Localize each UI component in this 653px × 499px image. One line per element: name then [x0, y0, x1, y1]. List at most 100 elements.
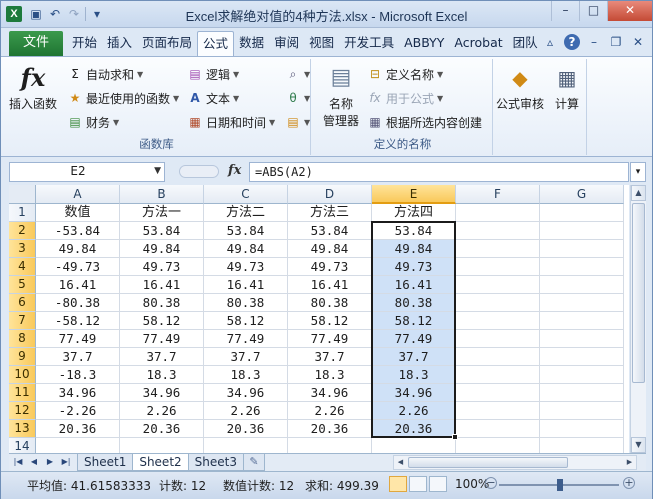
cell-a7[interactable]: -58.12: [36, 312, 120, 330]
row-header-7[interactable]: 7: [9, 312, 36, 330]
cell-a12[interactable]: -2.26: [36, 402, 120, 420]
cell-g2[interactable]: [540, 222, 624, 240]
cell-f11[interactable]: [456, 384, 540, 402]
cell-d1[interactable]: 方法三: [288, 204, 372, 222]
lookup-reference-button[interactable]: ⌕ ▼: [285, 65, 311, 83]
last-sheet-icon[interactable]: ▶|: [59, 455, 73, 469]
logical-button[interactable]: ▤ 逻辑 ▼: [187, 65, 239, 83]
financial-button[interactable]: ▤ 财务 ▼: [67, 113, 119, 131]
cell-g9[interactable]: [540, 348, 624, 366]
cell-f12[interactable]: [456, 402, 540, 420]
cell-e10[interactable]: 18.3: [372, 366, 456, 384]
cell-e7[interactable]: 58.12: [372, 312, 456, 330]
cell-b2[interactable]: 53.84: [120, 222, 204, 240]
row-header-10[interactable]: 10: [9, 366, 36, 384]
row-header-9[interactable]: 9: [9, 348, 36, 366]
cell-a1[interactable]: 数值: [36, 204, 120, 222]
maximize-button[interactable]: □: [579, 1, 607, 21]
cell-b10[interactable]: 18.3: [120, 366, 204, 384]
row-header-1[interactable]: 1: [9, 204, 36, 222]
row-header-13[interactable]: 13: [9, 420, 36, 438]
select-all-corner[interactable]: [9, 185, 36, 204]
cell-g7[interactable]: [540, 312, 624, 330]
cell-e8[interactable]: 77.49: [372, 330, 456, 348]
scroll-right-icon[interactable]: ▶: [623, 456, 636, 469]
cell-c1[interactable]: 方法二: [204, 204, 288, 222]
cell-a2[interactable]: -53.84: [36, 222, 120, 240]
column-header-f[interactable]: F: [456, 185, 540, 204]
sheet-tab-1[interactable]: Sheet1: [77, 454, 134, 471]
calculation-button[interactable]: ▦ 计算: [547, 63, 587, 112]
scroll-down-icon[interactable]: ▼: [631, 437, 646, 453]
cell-d5[interactable]: 16.41: [288, 276, 372, 294]
cell-b8[interactable]: 77.49: [120, 330, 204, 348]
tab-6[interactable]: 审阅: [269, 31, 304, 56]
tab-3[interactable]: 页面布局: [137, 31, 197, 56]
cell-g6[interactable]: [540, 294, 624, 312]
cell-c3[interactable]: 49.84: [204, 240, 288, 258]
cell-e13[interactable]: 20.36: [372, 420, 456, 438]
cell-g12[interactable]: [540, 402, 624, 420]
cell-e14[interactable]: [372, 438, 456, 453]
cell-b14[interactable]: [120, 438, 204, 453]
column-header-e[interactable]: E: [372, 185, 456, 204]
row-header-2[interactable]: 2: [9, 222, 36, 240]
define-name-button[interactable]: ⊟ 定义名称 ▼: [367, 65, 443, 83]
column-header-g[interactable]: G: [540, 185, 624, 204]
cell-e9[interactable]: 37.7: [372, 348, 456, 366]
cell-d7[interactable]: 58.12: [288, 312, 372, 330]
recent-functions-button[interactable]: ★ 最近使用的函数 ▼: [67, 89, 180, 107]
cell-c8[interactable]: 77.49: [204, 330, 288, 348]
cell-b7[interactable]: 58.12: [120, 312, 204, 330]
cell-a11[interactable]: 34.96: [36, 384, 120, 402]
insert-sheet-icon[interactable]: ✎: [242, 454, 265, 471]
cell-a4[interactable]: -49.73: [36, 258, 120, 276]
minimize-ribbon-icon[interactable]: ▵: [542, 34, 558, 50]
cell-f2[interactable]: [456, 222, 540, 240]
help-icon[interactable]: ?: [564, 34, 580, 50]
cell-b4[interactable]: 49.73: [120, 258, 204, 276]
tab-file[interactable]: 文件: [9, 31, 63, 56]
row-header-4[interactable]: 4: [9, 258, 36, 276]
create-from-selection-button[interactable]: ▦ 根据所选内容创建: [367, 113, 482, 131]
cell-f5[interactable]: [456, 276, 540, 294]
tab-9[interactable]: ABBYY: [399, 31, 449, 56]
cell-c7[interactable]: 58.12: [204, 312, 288, 330]
tab-1[interactable]: 开始: [67, 31, 102, 56]
cell-d2[interactable]: 53.84: [288, 222, 372, 240]
prev-sheet-icon[interactable]: ◀: [27, 455, 41, 469]
cell-d9[interactable]: 37.7: [288, 348, 372, 366]
row-header-11[interactable]: 11: [9, 384, 36, 402]
cell-c6[interactable]: 80.38: [204, 294, 288, 312]
cell-f6[interactable]: [456, 294, 540, 312]
use-in-formula-button[interactable]: fx 用于公式 ▼: [367, 89, 443, 107]
cell-g5[interactable]: [540, 276, 624, 294]
math-trig-button[interactable]: θ ▼: [285, 89, 310, 107]
row-header-8[interactable]: 8: [9, 330, 36, 348]
cell-a10[interactable]: -18.3: [36, 366, 120, 384]
more-functions-button[interactable]: ▤ ▼: [285, 113, 310, 131]
workbook-close-icon[interactable]: ✕: [630, 34, 646, 50]
row-header-5[interactable]: 5: [9, 276, 36, 294]
formula-auditing-button[interactable]: ◆ 公式审核: [493, 63, 547, 112]
cell-b9[interactable]: 37.7: [120, 348, 204, 366]
zoom-in-icon[interactable]: +: [623, 477, 635, 489]
cell-b3[interactable]: 49.84: [120, 240, 204, 258]
cell-f4[interactable]: [456, 258, 540, 276]
first-sheet-icon[interactable]: |◀: [11, 455, 25, 469]
zoom-out-icon[interactable]: −: [485, 477, 497, 489]
cell-d10[interactable]: 18.3: [288, 366, 372, 384]
cell-e5[interactable]: 16.41: [372, 276, 456, 294]
datetime-button[interactable]: ▦ 日期和时间 ▼: [187, 113, 275, 131]
cell-a5[interactable]: 16.41: [36, 276, 120, 294]
column-header-a[interactable]: A: [36, 185, 120, 204]
cell-c13[interactable]: 20.36: [204, 420, 288, 438]
row-header-12[interactable]: 12: [9, 402, 36, 420]
cell-e4[interactable]: 49.73: [372, 258, 456, 276]
cell-d3[interactable]: 49.84: [288, 240, 372, 258]
row-header-3[interactable]: 3: [9, 240, 36, 258]
cell-d4[interactable]: 49.73: [288, 258, 372, 276]
cell-c11[interactable]: 34.96: [204, 384, 288, 402]
cell-a8[interactable]: 77.49: [36, 330, 120, 348]
horizontal-scroll-thumb[interactable]: [408, 457, 568, 468]
